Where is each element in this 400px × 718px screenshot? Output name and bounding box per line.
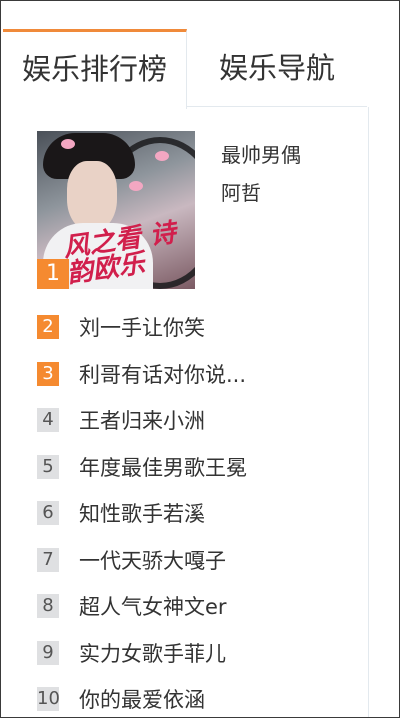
list-item[interactable]: 5 年度最佳男歌王冕 xyxy=(37,447,367,494)
list-item-label[interactable]: 一代天骄大嘎子 xyxy=(79,545,226,575)
rank-badge: 6 xyxy=(37,501,59,525)
list-item-label[interactable]: 实力女歌手菲儿 xyxy=(79,638,226,668)
rank-badge-first: 1 xyxy=(37,259,69,289)
featured-subtitle[interactable]: 阿哲 xyxy=(221,177,261,206)
petal-decoration xyxy=(155,151,169,161)
featured-title[interactable]: 最帅男偶 xyxy=(221,139,301,168)
rank-badge: 8 xyxy=(37,594,59,618)
rank-badge: 4 xyxy=(37,408,59,432)
rank-badge: 9 xyxy=(37,640,59,665)
list-item[interactable]: 8 超人气女神文er xyxy=(37,586,367,633)
list-item-label[interactable]: 你的最爱依涵 xyxy=(79,684,205,714)
list-item-label[interactable]: 年度最佳男歌王冕 xyxy=(79,452,247,482)
list-item-label[interactable]: 知性歌手若溪 xyxy=(79,498,205,528)
tab-bar: 娱乐排行榜 娱乐导航 xyxy=(1,29,399,109)
image-face xyxy=(67,161,117,231)
list-item[interactable]: 2 刘一手让你笑 xyxy=(37,307,367,354)
tab-entertainment-navigation[interactable]: 娱乐导航 xyxy=(187,29,367,107)
rank-badge: 3 xyxy=(37,361,59,386)
list-item[interactable]: 7 一代天骄大嘎子 xyxy=(37,540,367,587)
list-item-label[interactable]: 超人气女神文er xyxy=(79,591,227,621)
petal-decoration xyxy=(61,139,75,149)
list-item-label[interactable]: 刘一手让你笑 xyxy=(79,312,205,342)
ranking-list: 2 刘一手让你笑 3 利哥有话对你说... 4 王者归来小洲 5 年度最佳男歌王… xyxy=(37,307,367,717)
list-item-label[interactable]: 利哥有话对你说... xyxy=(79,359,246,389)
tab-entertainment-ranking[interactable]: 娱乐排行榜 xyxy=(3,29,187,109)
featured-image[interactable]: 风之看 诗韵欧乐 1 xyxy=(37,131,195,289)
window-frame: 娱乐排行榜 娱乐导航 风之看 诗韵欧乐 1 最帅男偶 阿哲 2 刘一手让你笑 3… xyxy=(0,0,400,718)
rank-badge: 2 xyxy=(37,315,59,339)
rank-badge: 5 xyxy=(37,454,59,479)
list-item[interactable]: 9 实力女歌手菲儿 xyxy=(37,633,367,680)
ranking-panel: 风之看 诗韵欧乐 1 最帅男偶 阿哲 2 刘一手让你笑 3 利哥有话对你说...… xyxy=(3,107,369,717)
list-item[interactable]: 4 王者归来小洲 xyxy=(37,400,367,447)
list-item[interactable]: 10 你的最爱依涵 xyxy=(37,679,367,717)
rank-badge: 10 xyxy=(37,687,60,711)
rank-badge: 7 xyxy=(37,547,59,572)
petal-decoration xyxy=(129,181,143,191)
list-item-label[interactable]: 王者归来小洲 xyxy=(79,405,205,435)
list-item[interactable]: 3 利哥有话对你说... xyxy=(37,354,367,401)
list-item[interactable]: 6 知性歌手若溪 xyxy=(37,493,367,540)
